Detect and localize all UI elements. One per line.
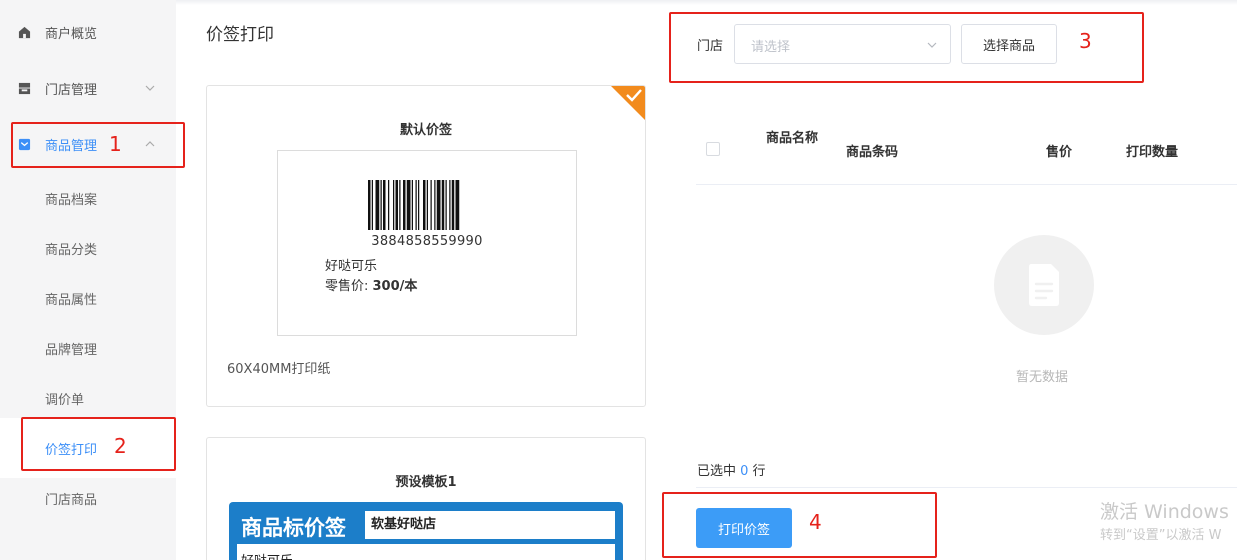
sidebar-subitem-product-category[interactable]: 商品分类 — [0, 228, 176, 268]
select-products-button[interactable]: 选择商品 — [961, 24, 1057, 64]
column-header-product-name: 商品名称 — [766, 131, 819, 146]
sidebar-subitem-label: 品牌管理 — [45, 342, 98, 358]
barcode-bar — [368, 180, 371, 230]
select-all-checkbox[interactable] — [706, 142, 720, 156]
barcode-bar — [445, 180, 447, 230]
sidebar-subitem-label: 商品分类 — [45, 242, 98, 258]
barcode-bar — [395, 180, 398, 230]
barcode-bar — [383, 180, 386, 230]
barcode-bar — [436, 180, 441, 230]
chevron-down-icon — [145, 85, 155, 91]
store-label: 门店 — [697, 39, 724, 54]
template-preview: 商品标价签 软基好哒店 好哒可乐 — [229, 502, 623, 560]
selected-corner — [610, 86, 645, 121]
sidebar-subitem-price-adjustment[interactable]: 调价单 — [0, 378, 176, 418]
barcode-number: 3884858559990 — [371, 234, 483, 249]
barcode-bar — [430, 180, 432, 230]
sidebar-subitem-product-archive[interactable]: 商品档案 — [0, 178, 176, 218]
sidebar-subitem-brand-management[interactable]: 品牌管理 — [0, 328, 176, 368]
empty-state — [994, 235, 1094, 335]
column-header-print-quantity: 打印数量 — [1126, 145, 1179, 160]
barcode-bar — [441, 180, 445, 230]
column-header-price: 售价 — [1046, 145, 1073, 160]
preview-price: 零售价: 300/本 — [325, 275, 417, 294]
barcode-bar — [449, 180, 451, 230]
sidebar-subitem-product-attribute[interactable]: 商品属性 — [0, 278, 176, 318]
windows-activation-watermark: 激活 Windows — [1100, 501, 1229, 523]
barcode-bar — [426, 180, 428, 230]
sidebar-subitem-label: 调价单 — [45, 392, 85, 408]
top-shadow — [176, 0, 1237, 5]
home-icon — [18, 26, 31, 38]
barcode-image — [368, 180, 460, 230]
price-label: 零售价: — [325, 279, 373, 294]
footer-divider — [696, 487, 1237, 488]
template-card-default[interactable]: 默认价签 3884858559990 好哒可乐 零售价: 300/本 60X40… — [206, 85, 646, 407]
windows-activation-hint: 转到“设置”以激活 W — [1100, 528, 1222, 543]
barcode-bar — [406, 180, 411, 230]
annotation-box-1 — [11, 122, 185, 168]
sidebar-item-label: 门店管理 — [45, 82, 98, 98]
annotation-number-3: 3 — [1079, 29, 1092, 53]
sidebar: 商户概览 门店管理 商品管理 商品档案 商品分类 商品属性 品牌管理 调价单 价… — [0, 0, 176, 560]
barcode-bar — [371, 180, 373, 230]
sidebar-subitem-label: 商品档案 — [45, 192, 98, 208]
barcode-bar — [451, 180, 455, 230]
print-price-tag-button[interactable]: 打印价签 — [696, 508, 792, 548]
barcode-bar — [411, 180, 413, 230]
paper-size: 60X40MM打印纸 — [227, 362, 331, 377]
template-card-preset-1[interactable]: 预设模板1 商品标价签 软基好哒店 好哒可乐 — [206, 437, 646, 560]
barcode-bar — [415, 180, 417, 230]
sidebar-subitem-label: 门店商品 — [45, 492, 98, 508]
barcode-bar — [418, 180, 420, 230]
store-select-placeholder: 请选择 — [751, 40, 791, 55]
template-title: 默认价签 — [399, 123, 452, 138]
annotation-number-1: 1 — [109, 132, 122, 156]
sidebar-subitem-store-products[interactable]: 门店商品 — [0, 478, 176, 518]
empty-text: 暂无数据 — [1016, 370, 1069, 385]
label-preview: 3884858559990 好哒可乐 零售价: 300/本 — [277, 150, 577, 336]
barcode-bar — [393, 180, 395, 230]
sidebar-item-label: 商户概览 — [45, 26, 98, 42]
sidebar-item-merchant-overview[interactable]: 商户概览 — [0, 12, 176, 52]
annotation-number-4: 4 — [809, 510, 822, 534]
sidebar-item-store-management[interactable]: 门店管理 — [0, 68, 176, 108]
sidebar-subitem-label: 商品属性 — [45, 292, 98, 308]
barcode-bar — [455, 180, 460, 230]
chevron-down-icon — [927, 42, 937, 48]
barcode-bar — [403, 180, 406, 230]
store-select[interactable]: 请选择 — [734, 24, 951, 64]
page-title: 价签打印 — [206, 25, 274, 45]
template-header: 商品标价签 — [241, 516, 346, 540]
selected-count: 已选中 0 行 — [697, 460, 766, 479]
barcode-bar — [380, 180, 382, 230]
table-header-divider — [696, 184, 1237, 185]
barcode-bar — [388, 180, 390, 230]
selected-suffix: 行 — [748, 464, 766, 479]
annotation-number-2: 2 — [114, 434, 127, 458]
barcode-bar — [423, 180, 426, 230]
barcode-bar — [399, 180, 401, 230]
annotation-box-2 — [21, 417, 176, 471]
template-title: 预设模板1 — [395, 475, 457, 490]
template-store: 软基好哒店 — [365, 511, 615, 539]
template-product-name: 好哒可乐 — [237, 544, 615, 560]
store-icon — [18, 82, 31, 94]
check-icon — [626, 89, 642, 102]
price-value: 300/本 — [372, 279, 418, 294]
column-header-barcode: 商品条码 — [846, 145, 899, 160]
preview-product-name: 好哒可乐 — [325, 259, 378, 274]
barcode-bar — [375, 180, 380, 230]
barcode-bar — [434, 180, 436, 230]
document-icon — [1029, 264, 1059, 306]
selected-prefix: 已选中 — [697, 464, 741, 479]
